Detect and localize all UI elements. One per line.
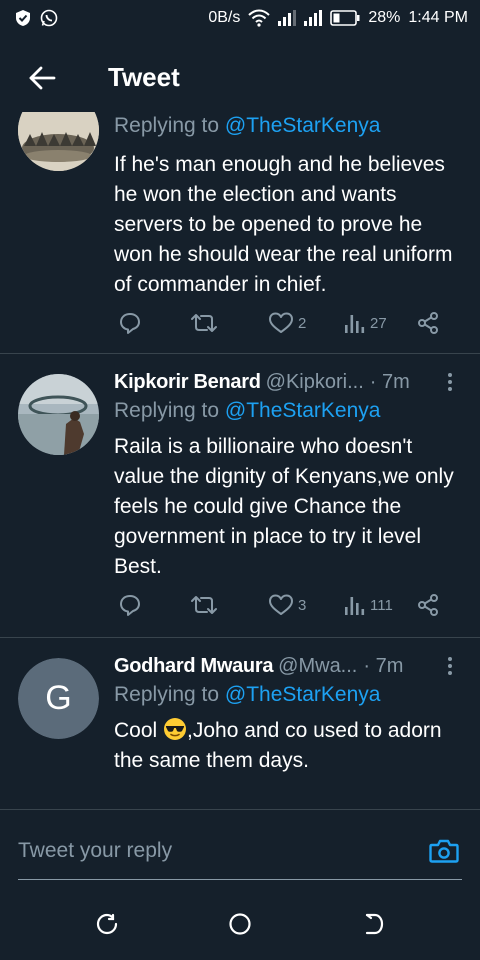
reply-bar bbox=[0, 809, 480, 889]
retweet-icon bbox=[191, 314, 217, 332]
tweet-time: · 7m bbox=[369, 370, 410, 393]
more-dots-icon bbox=[448, 373, 452, 377]
shield-check-icon bbox=[14, 9, 32, 27]
recent-apps-button[interactable] bbox=[92, 909, 122, 939]
back-nav-button[interactable] bbox=[358, 909, 388, 939]
tweet-text: Raila is a billionaire who doesn't value… bbox=[114, 435, 454, 578]
system-nav-bar bbox=[0, 889, 480, 960]
view-count: 27 bbox=[370, 314, 387, 332]
tweet[interactable]: Kipkorir Benard @Kipkori... · 7m Replyin… bbox=[0, 354, 480, 638]
analytics-icon bbox=[345, 315, 365, 333]
replying-to: Replying to @TheStarKenya bbox=[114, 683, 381, 706]
like-button[interactable]: 2 bbox=[268, 308, 306, 338]
arrow-left-icon bbox=[29, 66, 56, 90]
status-left bbox=[14, 9, 58, 27]
header: Tweet bbox=[0, 36, 480, 120]
heart-icon bbox=[269, 312, 293, 333]
like-count: 3 bbox=[298, 596, 307, 614]
tweet[interactable]: Replying to @TheStarKenya If he's man en… bbox=[0, 112, 480, 354]
views-button[interactable]: 111 bbox=[344, 590, 393, 620]
recent-apps-icon bbox=[96, 913, 118, 935]
retweet-button[interactable] bbox=[190, 590, 218, 620]
replying-to: Replying to @TheStarKenya bbox=[114, 399, 381, 422]
author-handle[interactable]: @Mwa... bbox=[278, 655, 357, 678]
mention-link[interactable]: @TheStarKenya bbox=[225, 114, 381, 137]
more-options-button[interactable] bbox=[440, 370, 460, 394]
author-handle[interactable]: @Kipkori... bbox=[266, 371, 364, 394]
net-speed: 0B/s bbox=[208, 9, 241, 26]
status-bar: 0B/s 28% 1:44 PM bbox=[0, 0, 480, 36]
back-nav-icon bbox=[365, 913, 384, 935]
reply-input[interactable] bbox=[18, 830, 462, 880]
tweet-text: If he's man enough and he believes he wo… bbox=[114, 153, 453, 296]
avatar-letter: G bbox=[18, 658, 99, 739]
more-options-button[interactable] bbox=[440, 654, 460, 678]
like-count: 2 bbox=[298, 314, 307, 332]
tweet-list[interactable]: Replying to @TheStarKenya If he's man en… bbox=[0, 112, 480, 809]
tweet-time: · 7m bbox=[363, 654, 404, 677]
author-name[interactable]: Kipkorir Benard bbox=[114, 371, 261, 394]
status-right: 0B/s 28% 1:44 PM bbox=[208, 9, 468, 27]
tweet-actions: 2 27 bbox=[114, 308, 454, 338]
reply-icon bbox=[120, 313, 140, 334]
back-button[interactable] bbox=[24, 62, 60, 94]
wifi-icon bbox=[248, 9, 271, 27]
tweet-header: Godhard Mwaura @Mwa... · 7m bbox=[114, 652, 460, 680]
view-count: 111 bbox=[370, 596, 393, 614]
share-button[interactable] bbox=[416, 308, 440, 338]
share-button[interactable] bbox=[416, 590, 440, 620]
battery-icon bbox=[330, 10, 360, 26]
signal-icon bbox=[278, 10, 297, 26]
share-icon bbox=[418, 594, 438, 616]
page-title: Tweet bbox=[108, 62, 180, 92]
mention-link[interactable]: @TheStarKenya bbox=[225, 683, 381, 706]
clock: 1:44 PM bbox=[408, 9, 468, 26]
replying-to: Replying to @TheStarKenya bbox=[114, 114, 381, 137]
heart-icon bbox=[269, 594, 293, 615]
reply-button[interactable] bbox=[118, 590, 142, 620]
share-icon bbox=[418, 312, 438, 334]
tweet-actions: 3 111 bbox=[114, 590, 454, 620]
mention-link[interactable]: @TheStarKenya bbox=[225, 399, 381, 422]
reply-button[interactable] bbox=[118, 308, 142, 338]
retweet-icon bbox=[191, 596, 217, 614]
more-dots-icon bbox=[448, 657, 452, 661]
battery-level: 28% bbox=[368, 9, 401, 26]
home-circle-icon bbox=[229, 913, 251, 935]
tweet-text: Cool ,Joho and co used to adorn the same… bbox=[114, 717, 442, 772]
avatar[interactable] bbox=[18, 374, 99, 455]
analytics-icon bbox=[345, 597, 365, 615]
tweet[interactable]: G Godhard Mwaura @Mwa... · 7m Replying t… bbox=[0, 638, 480, 809]
retweet-button[interactable] bbox=[190, 308, 218, 338]
home-button[interactable] bbox=[225, 909, 255, 939]
author-name[interactable]: Godhard Mwaura bbox=[114, 655, 273, 678]
avatar[interactable] bbox=[18, 112, 99, 171]
sunglasses-emoji-icon bbox=[163, 717, 187, 741]
like-button[interactable]: 3 bbox=[268, 590, 306, 620]
avatar[interactable]: G bbox=[18, 658, 99, 739]
camera-button[interactable] bbox=[427, 836, 461, 866]
whatsapp-icon bbox=[40, 9, 58, 27]
reply-icon bbox=[120, 595, 140, 616]
camera-icon bbox=[429, 839, 459, 863]
views-button[interactable]: 27 bbox=[344, 308, 387, 338]
tweet-header: Kipkorir Benard @Kipkori... · 7m bbox=[114, 368, 460, 396]
signal-icon bbox=[304, 10, 323, 26]
